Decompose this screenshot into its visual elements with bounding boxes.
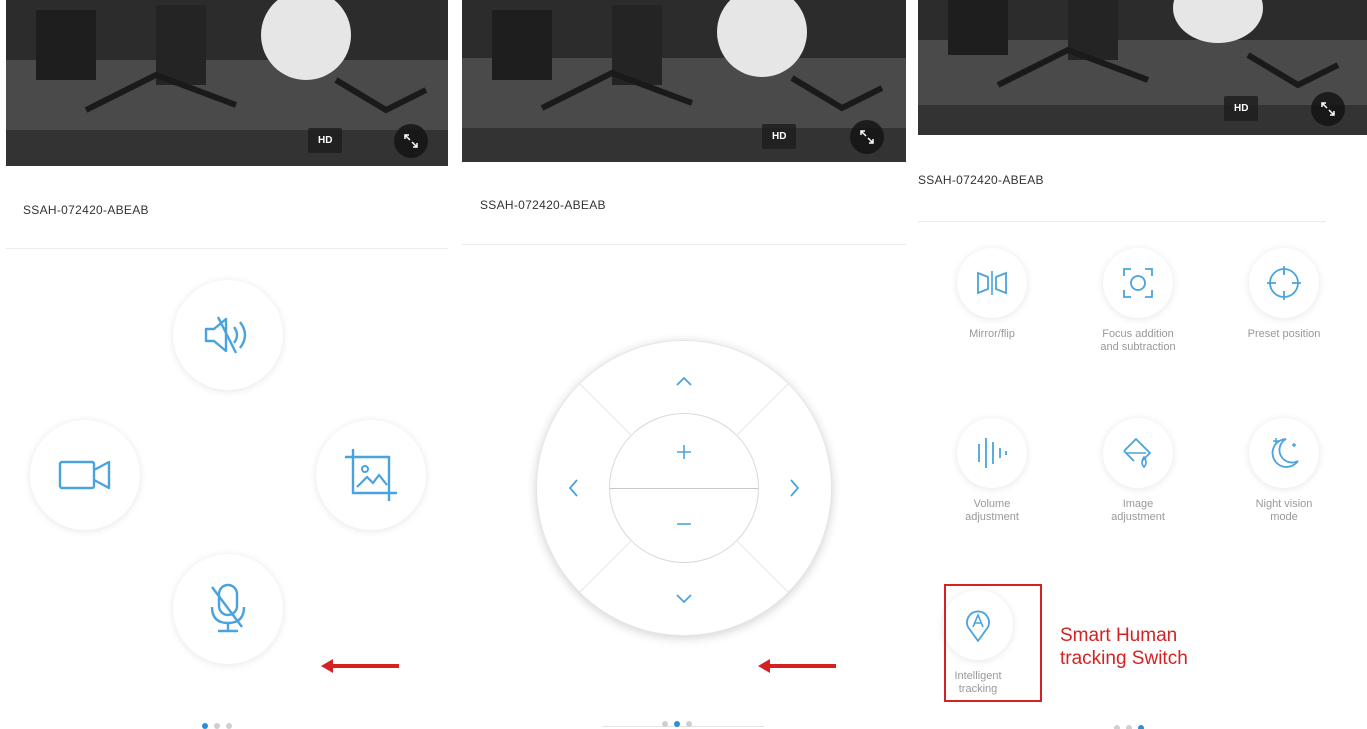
pan-down-button[interactable] [664, 579, 704, 619]
grid-item-label: Preset position [1247, 328, 1321, 340]
device-name: SSAH-072420-ABEAB [23, 203, 149, 217]
video-scene [6, 0, 448, 166]
image-adjust-icon-wrap[interactable] [1103, 418, 1173, 488]
plus-icon [677, 445, 691, 459]
speaker-mute-icon [204, 316, 247, 354]
page-indicator[interactable] [662, 721, 692, 727]
chevron-right-icon [790, 479, 800, 497]
page-dot[interactable] [1126, 725, 1132, 729]
fullscreen-button[interactable] [394, 124, 428, 158]
grid-item-label: Image adjustment [1111, 498, 1165, 523]
image-crop-icon [345, 449, 397, 501]
night-vision-button[interactable]: Night vision mode [1224, 418, 1344, 524]
chevron-up-icon [676, 376, 692, 386]
microphone-mute-icon [210, 583, 246, 633]
fullscreen-button[interactable] [850, 120, 884, 154]
talk-button[interactable] [173, 554, 283, 664]
screenshot-button[interactable] [316, 420, 426, 530]
image-adjust-icon [1123, 437, 1152, 469]
live-video-view[interactable]: HD [6, 0, 448, 166]
mirror-flip-icon-wrap[interactable] [957, 248, 1027, 318]
page-dot[interactable] [1138, 725, 1144, 729]
expand-icon [860, 130, 874, 144]
annotation-text: Smart Human tracking Switch [1060, 625, 1188, 669]
hd-quality-badge[interactable]: HD [762, 124, 797, 149]
divider [462, 244, 906, 245]
minus-icon [677, 523, 691, 525]
preset-position-button[interactable]: Preset position [1224, 248, 1344, 341]
night-vision-icon-wrap[interactable] [1249, 418, 1319, 488]
divider [6, 248, 448, 249]
page-dot[interactable] [226, 723, 232, 729]
panel-controls-page3: HD SSAH-072420-ABEAB Mirror/flip Focus a… [918, 0, 1367, 729]
chevron-left-icon [568, 479, 578, 497]
volume-adjust-icon-wrap[interactable] [957, 418, 1027, 488]
zoom-divider [610, 488, 758, 489]
zoom-control [609, 413, 759, 563]
page-indicator[interactable] [202, 723, 232, 729]
device-name: SSAH-072420-ABEAB [480, 198, 606, 212]
expand-icon [1321, 102, 1335, 116]
pan-left-button[interactable] [553, 468, 593, 508]
divider [918, 221, 1326, 222]
page-dot[interactable] [686, 721, 692, 727]
fullscreen-button[interactable] [1311, 92, 1345, 126]
hd-quality-badge[interactable]: HD [308, 128, 343, 153]
page-dot[interactable] [214, 723, 220, 729]
highlight-box-annotation [944, 584, 1042, 702]
red-arrow-annotation [321, 659, 399, 673]
page-indicator[interactable] [1114, 725, 1144, 729]
video-camera-icon [58, 460, 111, 490]
volume-adjust-icon [978, 438, 1007, 468]
mirror-flip-button[interactable]: Mirror/flip [932, 248, 1052, 341]
page-dot[interactable] [674, 721, 680, 727]
volume-adjustment-button[interactable]: Volume adjustment [932, 418, 1052, 524]
grid-item-label: Night vision mode [1255, 498, 1313, 523]
red-arrow-annotation [758, 659, 836, 673]
expand-icon [404, 134, 418, 148]
focus-button[interactable]: Focus addition and subtraction [1078, 248, 1198, 354]
focus-icon-wrap[interactable] [1103, 248, 1173, 318]
mirror-flip-icon [977, 271, 1007, 295]
grid-item-label: Focus addition and subtraction [1100, 328, 1176, 353]
grid-item-label: Mirror/flip [969, 328, 1015, 340]
record-video-button[interactable] [30, 420, 140, 530]
preset-position-icon [1267, 266, 1301, 300]
page-dot[interactable] [202, 723, 208, 729]
zoom-out-button[interactable] [664, 504, 704, 544]
night-vision-icon [1271, 438, 1299, 468]
grid-item-label: Volume adjustment [965, 498, 1019, 523]
page-dot[interactable] [662, 721, 668, 727]
video-scene [462, 0, 906, 162]
chevron-down-icon [676, 594, 692, 604]
panel-controls-page2: HD SSAH-072420-ABEAB [462, 0, 906, 729]
device-name: SSAH-072420-ABEAB [918, 173, 1044, 187]
zoom-in-button[interactable] [664, 432, 704, 472]
image-adjustment-button[interactable]: Image adjustment [1078, 418, 1198, 524]
focus-icon [1123, 268, 1153, 298]
mute-button[interactable] [173, 280, 283, 390]
live-video-view[interactable]: HD [462, 0, 906, 162]
hd-quality-badge[interactable]: HD [1224, 96, 1259, 121]
preset-position-icon-wrap[interactable] [1249, 248, 1319, 318]
panel-controls-page1: HD SSAH-072420-ABEAB [6, 0, 448, 729]
pan-up-button[interactable] [664, 361, 704, 401]
live-video-view[interactable]: HD [918, 0, 1367, 135]
pan-right-button[interactable] [775, 468, 815, 508]
page-dot[interactable] [1114, 725, 1120, 729]
video-scene [918, 0, 1367, 135]
ptz-control-ring[interactable] [536, 340, 832, 636]
